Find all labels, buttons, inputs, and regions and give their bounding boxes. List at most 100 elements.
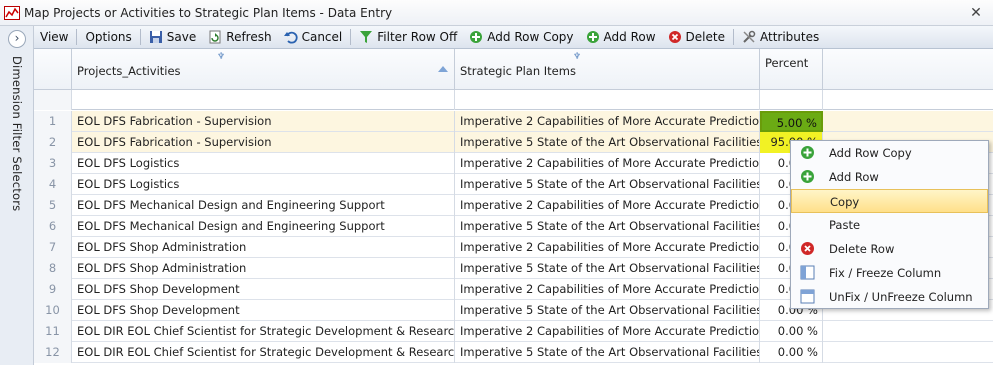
chart-app-icon (4, 5, 20, 20)
refresh-icon (209, 30, 221, 44)
refresh-button[interactable]: Refresh (202, 27, 277, 47)
cell-project[interactable]: EOL DFS Mechanical Design and Engineerin… (72, 216, 455, 237)
menu-item-delete-row[interactable]: Delete Row (791, 237, 988, 261)
menu-item-label: Add Row (829, 170, 879, 184)
cell-percent[interactable]: 0.00 % (760, 321, 823, 342)
add-icon (801, 170, 814, 183)
menu-item-add-row[interactable]: Add Row (791, 165, 988, 189)
cell-strategic-item[interactable]: Imperative 5 State of the Art Observatio… (455, 258, 760, 279)
cell-project[interactable]: EOL DIR EOL Chief Scientist for Strategi… (72, 321, 455, 342)
table-row[interactable]: 1 EOL DFS Fabrication - Supervision Impera… (34, 111, 993, 132)
cell-strategic-item[interactable]: Imperative 2 Capabilities of More Accura… (455, 195, 760, 216)
cell-project[interactable]: EOL DFS Fabrication - Supervision (72, 111, 455, 132)
row-number: 1 (34, 111, 72, 132)
cell-project[interactable]: EOL DFS Logistics (72, 153, 455, 174)
attributes-label: Attributes (759, 30, 820, 44)
menu-item-add-row-copy[interactable]: Add Row Copy (791, 141, 988, 165)
table-row[interactable]: 12 EOL DIR EOL Chief Scientist for Strate… (34, 342, 993, 363)
column-header-strategic-label: Strategic Plan Items (460, 64, 576, 78)
freeze-column-icon (800, 265, 815, 280)
attributes-button[interactable]: Attributes (736, 27, 825, 47)
filter-cell-strategic[interactable] (455, 90, 760, 110)
add-icon (801, 146, 814, 159)
grid-header: ♆ Projects_Activities ♆ Strategic Plan I… (34, 49, 993, 90)
cancel-button[interactable]: Cancel (278, 27, 349, 47)
column-pin-icon[interactable]: ♆ (217, 52, 225, 62)
toolbar-divider (732, 29, 734, 45)
add-row-copy-icon (470, 31, 483, 43)
add-row-copy-button[interactable]: Add Row Copy (463, 27, 579, 47)
view-menu[interactable]: View (34, 27, 74, 47)
filter-row (34, 90, 993, 110)
cell-strategic-item[interactable]: Imperative 5 State of the Art Observatio… (455, 174, 760, 195)
filter-row-off-button[interactable]: Filter Row Off (353, 27, 463, 47)
cell-project[interactable]: EOL DFS Shop Administration (72, 237, 455, 258)
filter-row-number (34, 90, 72, 110)
add-row-label: Add Row (603, 30, 656, 44)
cell-percent[interactable]: 5.00 % (760, 111, 823, 132)
cell-percent[interactable]: 0.00 % (760, 342, 823, 363)
column-header-strategic[interactable]: ♆ Strategic Plan Items (455, 49, 760, 90)
toolbar: View Options Save Refresh Cancel Filter … (34, 26, 993, 49)
cell-project[interactable]: EOL DFS Shop Development (72, 279, 455, 300)
window-title: Map Projects or Activities to Strategic … (24, 5, 393, 20)
unfreeze-column-icon (800, 289, 815, 304)
row-number: 9 (34, 279, 72, 300)
cell-project[interactable]: EOL DFS Mechanical Design and Engineerin… (72, 195, 455, 216)
menu-item-paste[interactable]: Paste (791, 213, 988, 237)
toolbar-divider (76, 29, 78, 45)
sort-ascending-icon (438, 66, 448, 72)
column-header-percent-label: Percent (765, 56, 809, 70)
row-number: 6 (34, 216, 72, 237)
column-pin-icon[interactable]: ♆ (573, 52, 581, 62)
filter-cell-projects[interactable] (72, 90, 455, 110)
cell-strategic-item[interactable]: Imperative 5 State of the Art Observatio… (455, 342, 760, 363)
cell-project[interactable]: EOL DFS Logistics (72, 174, 455, 195)
save-button[interactable]: Save (143, 27, 202, 47)
dimension-filter-rail[interactable]: › Dimension Filter Selectors (0, 26, 34, 365)
delete-icon (668, 31, 681, 43)
delete-label: Delete (685, 30, 725, 44)
refresh-label: Refresh (226, 30, 272, 44)
tools-icon (743, 30, 756, 43)
save-icon (149, 31, 162, 43)
cell-strategic-item[interactable]: Imperative 2 Capabilities of More Accura… (455, 153, 760, 174)
cell-strategic-item[interactable]: Imperative 2 Capabilities of More Accura… (455, 321, 760, 342)
row-number: 5 (34, 195, 72, 216)
context-menu: Add Row Copy Add Row Copy Paste Delete R… (790, 140, 989, 309)
options-menu[interactable]: Options (79, 27, 137, 47)
menu-item-label: Paste (829, 218, 861, 232)
cell-project[interactable]: EOL DFS Fabrication - Supervision (72, 132, 455, 153)
add-row-copy-label: Add Row Copy (487, 30, 574, 44)
dimension-filter-label[interactable]: Dimension Filter Selectors (10, 56, 24, 211)
cell-strategic-item[interactable]: Imperative 2 Capabilities of More Accura… (455, 279, 760, 300)
menu-item-fix-freeze-column[interactable]: Fix / Freeze Column (791, 261, 988, 285)
column-header-percent[interactable]: Percent (760, 49, 823, 90)
row-number: 10 (34, 300, 72, 321)
add-row-button[interactable]: Add Row (580, 27, 662, 47)
delete-button[interactable]: Delete (662, 27, 731, 47)
column-header-projects[interactable]: ♆ Projects_Activities (72, 49, 455, 90)
cell-strategic-item[interactable]: Imperative 5 State of the Art Observatio… (455, 300, 760, 321)
cell-strategic-item[interactable]: Imperative 5 State of the Art Observatio… (455, 216, 760, 237)
row-number-header (34, 49, 72, 90)
row-number: 2 (34, 132, 72, 153)
close-icon[interactable]: ✕ (967, 4, 985, 22)
menu-item-label: Add Row Copy (829, 146, 912, 160)
table-row[interactable]: 11 EOL DIR EOL Chief Scientist for Strate… (34, 321, 993, 342)
expand-rail-icon[interactable]: › (8, 30, 26, 48)
cell-strategic-item[interactable]: Imperative 5 State of the Art Observatio… (455, 132, 760, 153)
cell-project[interactable]: EOL DIR EOL Chief Scientist for Strategi… (72, 342, 455, 363)
filter-cell-percent[interactable] (760, 90, 823, 110)
cell-strategic-item[interactable]: Imperative 2 Capabilities of More Accura… (455, 237, 760, 258)
cell-strategic-item[interactable]: Imperative 2 Capabilities of More Accura… (455, 111, 760, 132)
menu-item-label: Fix / Freeze Column (829, 266, 942, 280)
cell-project[interactable]: EOL DFS Shop Development (72, 300, 455, 321)
menu-item-unfreeze-column[interactable]: UnFix / UnFreeze Column (791, 285, 988, 309)
row-number: 11 (34, 321, 72, 342)
app-window: Map Projects or Activities to Strategic … (0, 0, 993, 365)
toolbar-divider (350, 29, 352, 45)
delete-icon (801, 242, 814, 255)
cell-project[interactable]: EOL DFS Shop Administration (72, 258, 455, 279)
menu-item-copy[interactable]: Copy (791, 189, 988, 213)
